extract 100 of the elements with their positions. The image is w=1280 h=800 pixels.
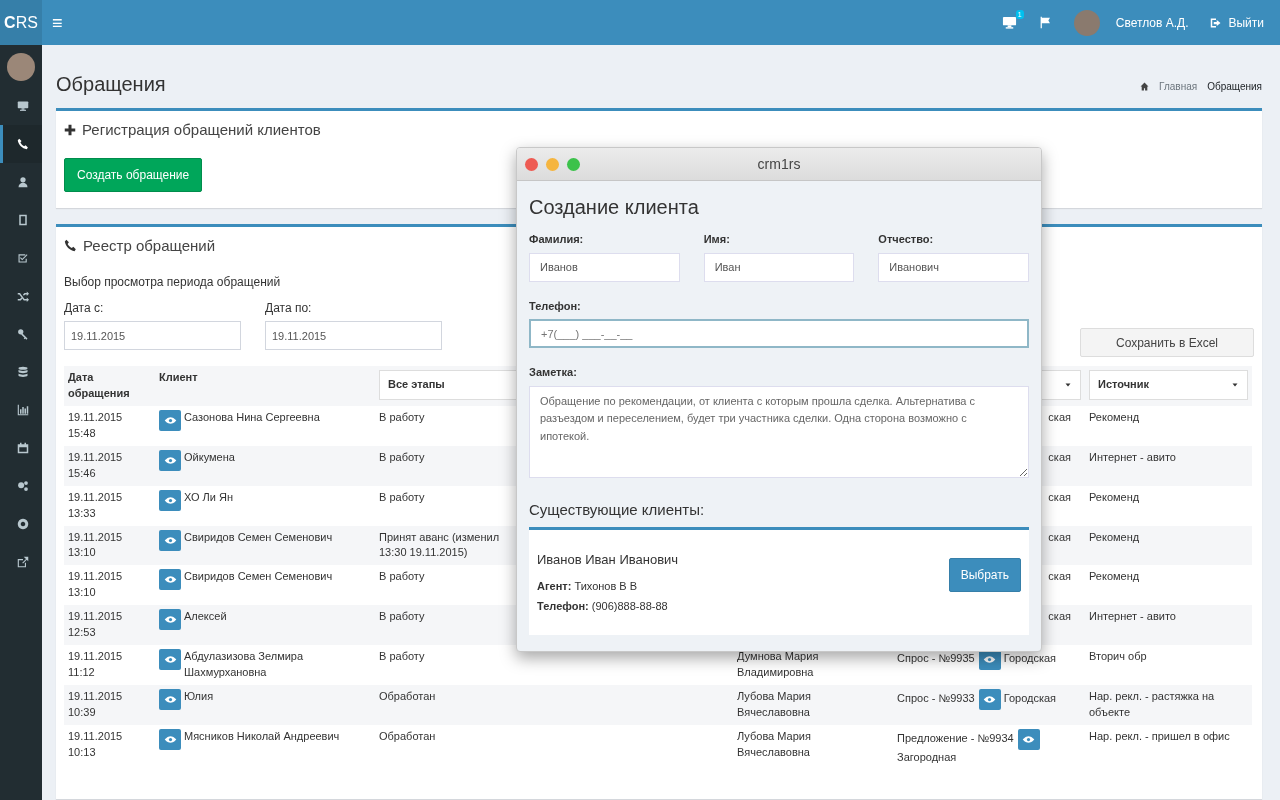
filter-dropdown[interactable]: Источник bbox=[1089, 370, 1248, 400]
object-type: Городская bbox=[1003, 652, 1057, 665]
phone-field[interactable]: +7(___) ___-__-__ bbox=[529, 319, 1029, 348]
object-text: ская bbox=[1048, 410, 1071, 423]
bar-chart-icon bbox=[16, 404, 29, 416]
view-button[interactable] bbox=[159, 649, 181, 671]
date-field[interactable]: 19.11.2015 bbox=[265, 321, 442, 350]
date-cell: 19.11.2015 13:10 bbox=[68, 530, 123, 559]
view-button[interactable] bbox=[159, 409, 181, 431]
shuffle-icon bbox=[16, 290, 29, 302]
logo: CRS bbox=[0, 0, 42, 45]
view-button[interactable] bbox=[1017, 728, 1040, 750]
field-label: Телефон: bbox=[529, 298, 582, 314]
flag-button[interactable] bbox=[1038, 16, 1052, 29]
date-field[interactable]: 19.11.2015 bbox=[64, 321, 241, 350]
source-text: Рекоменд bbox=[1089, 570, 1140, 583]
date-cell: 19.11.2015 13:10 bbox=[68, 570, 123, 599]
stage-text: В работу bbox=[379, 489, 426, 505]
agent-text: Агент: Тихонов В В bbox=[537, 578, 639, 594]
field-label: Дата по: bbox=[265, 300, 313, 317]
view-button[interactable] bbox=[159, 529, 181, 551]
client-name: Иванов Иван Иванович bbox=[537, 551, 679, 570]
breadcrumb-link[interactable]: Главная bbox=[1159, 79, 1198, 94]
date-cell: 19.11.2015 10:39 bbox=[68, 690, 123, 718]
date-cell: 19.11.2015 15:48 bbox=[68, 410, 123, 439]
flag-icon bbox=[1038, 16, 1052, 29]
view-button[interactable] bbox=[159, 569, 181, 591]
view-button[interactable] bbox=[159, 689, 181, 710]
maximize-button[interactable] bbox=[567, 157, 580, 171]
section-title: Существующие клиенты: bbox=[529, 499, 706, 520]
stage-text: Обработан bbox=[379, 689, 437, 704]
plus-icon bbox=[64, 124, 76, 137]
source-text: Нар. рекл. - пришел в офис bbox=[1089, 729, 1230, 742]
input-field[interactable]: Иван bbox=[703, 252, 855, 282]
external-link-icon bbox=[16, 556, 29, 568]
date-cell: 19.11.2015 13:33 bbox=[68, 490, 123, 519]
view-button[interactable] bbox=[159, 728, 181, 750]
dialog-heading: Создание клиента bbox=[529, 195, 700, 219]
view-button[interactable] bbox=[159, 449, 181, 471]
field-label: Отчество: bbox=[878, 232, 935, 247]
agent-name: Лубова Мария Вячеславовна bbox=[737, 689, 812, 720]
object-text: ская bbox=[1048, 570, 1071, 583]
client-name: Юлия bbox=[184, 689, 214, 704]
page-title: Обращения bbox=[56, 72, 166, 97]
close-button[interactable] bbox=[525, 157, 538, 171]
object-type: Городская bbox=[1003, 692, 1057, 705]
phone-icon bbox=[16, 138, 29, 150]
date-cell: 19.11.2015 10:13 bbox=[68, 729, 123, 758]
select-button[interactable]: Выбрать bbox=[948, 557, 1021, 592]
stage-text: В работу bbox=[379, 409, 426, 425]
client-name: ХО Ли Ян bbox=[184, 489, 234, 505]
export-excel-button[interactable]: Сохранить в Excel bbox=[1080, 328, 1254, 357]
user-menu-link[interactable]: Светлов А.Д. bbox=[1115, 13, 1189, 32]
view-button[interactable] bbox=[159, 489, 181, 511]
input-field[interactable]: Иванович bbox=[878, 252, 1029, 282]
database-icon bbox=[16, 366, 29, 378]
field-label: Дата с: bbox=[64, 300, 105, 317]
stage-text: Обработан bbox=[379, 728, 437, 744]
stage-text: В работу bbox=[379, 609, 426, 625]
stage-text: В работу bbox=[379, 649, 426, 665]
client-name: Алексей bbox=[184, 609, 227, 625]
view-button[interactable] bbox=[978, 689, 1001, 710]
breadcrumb-link[interactable]: Обращения bbox=[1207, 79, 1262, 94]
view-button[interactable] bbox=[159, 609, 181, 631]
window-title: crm1rs bbox=[757, 154, 801, 174]
home-icon bbox=[1140, 82, 1150, 91]
date-cell: 19.11.2015 15:46 bbox=[68, 450, 123, 479]
checkbox-icon bbox=[16, 252, 29, 264]
source-text: Нар. рекл. - растяжка на объекте bbox=[1089, 690, 1215, 718]
stage-text: В работу bbox=[379, 569, 426, 585]
section-title: Реестр обращений bbox=[83, 235, 216, 256]
client-name: Мясников Николай Андреевич bbox=[184, 728, 340, 744]
phone-icon bbox=[64, 239, 77, 253]
note-field[interactable]: Обращение по рекомендации, от клиента с которым прошла сделка. Альтернатива с разъездом и переселением, будет три участника сделки. Одна сторона возможно с ипотекой. bbox=[529, 385, 1029, 478]
date-cell: 19.11.2015 12:53 bbox=[68, 610, 123, 639]
book-icon bbox=[16, 214, 29, 226]
source-text: Вторич обр bbox=[1089, 650, 1147, 663]
field-label: Заметка: bbox=[529, 365, 578, 380]
section-title: Регистрация обращений клиентов bbox=[82, 120, 321, 140]
input-field[interactable]: Иванов bbox=[529, 252, 680, 282]
source-text: Рекоменд bbox=[1089, 530, 1140, 543]
key-icon bbox=[16, 328, 29, 340]
column-header: Клиент bbox=[159, 371, 198, 383]
source-text: Рекоменд bbox=[1089, 410, 1140, 423]
client-name: Свиридов Семен Семенович bbox=[184, 569, 333, 585]
client-name: Ойкумена bbox=[184, 449, 235, 465]
column-header: Дата обращения bbox=[68, 371, 130, 399]
gears-icon bbox=[16, 480, 29, 492]
user-icon bbox=[16, 176, 29, 188]
field-label: Фамилия: bbox=[529, 232, 585, 247]
notifications-button[interactable] bbox=[1001, 15, 1017, 30]
menu-toggle[interactable]: ≡ bbox=[52, 13, 63, 32]
agent-name: Лубова Мария Вячеславовна bbox=[737, 728, 812, 760]
client-name: Свиридов Семен Семенович bbox=[184, 529, 333, 545]
field-label: Имя: bbox=[703, 232, 731, 247]
logout-link[interactable]: Выйти bbox=[1210, 13, 1264, 32]
sidebar-item[interactable] bbox=[0, 125, 42, 163]
client-name: Сазонова Нина Сергеевна bbox=[184, 409, 320, 425]
agent-name: Думнова Мария Владимировна bbox=[737, 649, 820, 681]
phone-text: Телефон: (906)888-88-88 bbox=[537, 599, 669, 615]
